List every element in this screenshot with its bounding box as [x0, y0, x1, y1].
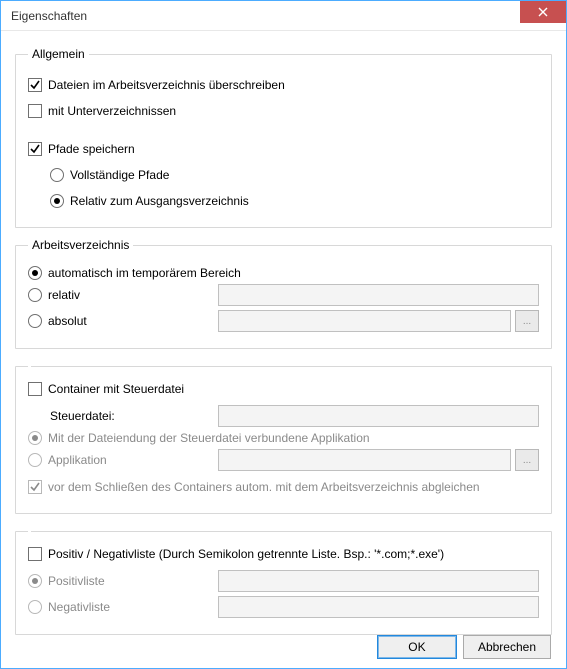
- label-workdir-relative: relativ: [48, 288, 80, 302]
- titlebar: Eigenschaften: [1, 1, 566, 31]
- group-container: . Container mit Steuerdatei Steuerdatei:…: [15, 359, 552, 514]
- radio-workdir-auto[interactable]: [28, 266, 42, 280]
- radio-assoc-app: [28, 431, 42, 445]
- input-negativliste: [218, 596, 539, 618]
- label-container: Container mit Steuerdatei: [48, 382, 184, 396]
- label-savepaths: Pfade speichern: [48, 142, 135, 156]
- close-icon: [538, 7, 548, 17]
- group-workdir: Arbeitsverzeichnis automatisch im tempor…: [15, 238, 552, 349]
- label-custom-app: Applikation: [48, 453, 107, 467]
- label-assoc-app: Mit der Dateiendung der Steuerdatei verb…: [48, 431, 370, 445]
- label-subdirs: mit Unterverzeichnissen: [48, 104, 176, 118]
- label-overwrite: Dateien im Arbeitsverzeichnis überschrei…: [48, 78, 285, 92]
- checkbox-savepaths[interactable]: [28, 142, 42, 156]
- dialog-footer: OK Abbrechen: [377, 635, 551, 659]
- label-posneg: Positiv / Negativliste (Durch Semikolon …: [48, 547, 444, 561]
- input-workdir-absolute[interactable]: [218, 310, 511, 332]
- radio-custom-app: [28, 453, 42, 467]
- label-sync: vor dem Schließen des Containers autom. …: [48, 480, 480, 494]
- label-workdir-auto: automatisch im temporärem Bereich: [48, 266, 241, 280]
- input-workdir-relative[interactable]: [218, 284, 539, 306]
- cancel-button[interactable]: Abbrechen: [463, 635, 551, 659]
- ok-button[interactable]: OK: [377, 635, 457, 659]
- checkbox-subdirs[interactable]: [28, 104, 42, 118]
- label-workdir-absolute: absolut: [48, 314, 87, 328]
- group-allgemein: Allgemein Dateien im Arbeitsverzeichnis …: [15, 47, 552, 228]
- input-positivliste: [218, 570, 539, 592]
- browse-workdir-absolute[interactable]: ...: [515, 310, 539, 332]
- input-steuerdatei[interactable]: [218, 405, 539, 427]
- radio-positivliste: [28, 574, 42, 588]
- checkbox-container[interactable]: [28, 382, 42, 396]
- group-posneg: . Positiv / Negativliste (Durch Semikolo…: [15, 524, 552, 635]
- label-steuerdatei: Steuerdatei:: [28, 409, 218, 423]
- group-allgemein-legend: Allgemein: [28, 47, 89, 61]
- window-title: Eigenschaften: [11, 9, 87, 23]
- radio-fullpaths[interactable]: [50, 168, 64, 182]
- browse-custom-app: ...: [515, 449, 539, 471]
- radio-workdir-absolute[interactable]: [28, 314, 42, 328]
- dialog-content: Allgemein Dateien im Arbeitsverzeichnis …: [1, 31, 566, 635]
- checkbox-posneg[interactable]: [28, 547, 42, 561]
- label-positivliste: Positivliste: [48, 574, 105, 588]
- radio-workdir-relative[interactable]: [28, 288, 42, 302]
- radio-negativliste: [28, 600, 42, 614]
- close-button[interactable]: [520, 1, 566, 23]
- label-fullpaths: Vollständige Pfade: [70, 168, 169, 182]
- label-negativliste: Negativliste: [48, 600, 110, 614]
- radio-relativepaths[interactable]: [50, 194, 64, 208]
- input-custom-app: [218, 449, 511, 471]
- group-workdir-legend: Arbeitsverzeichnis: [28, 238, 133, 252]
- checkbox-overwrite[interactable]: [28, 78, 42, 92]
- checkbox-sync: [28, 480, 42, 494]
- label-relativepaths: Relativ zum Ausgangsverzeichnis: [70, 194, 249, 208]
